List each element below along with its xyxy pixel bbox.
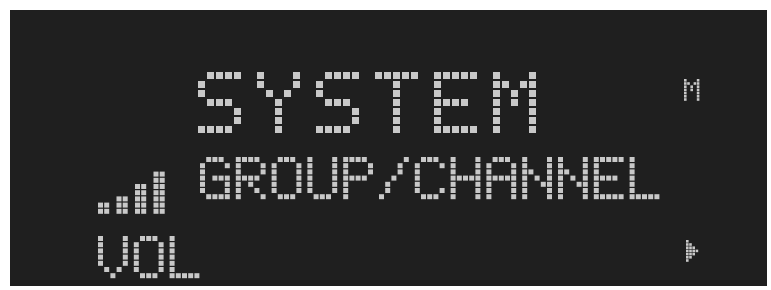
play-arrow-icon[interactable] [10, 10, 767, 286]
device-frame: SYSTEM GROUP/CHANNEL VOL M ▶ [0, 0, 771, 290]
lcd-display: SYSTEM GROUP/CHANNEL VOL M ▶ [10, 10, 767, 286]
